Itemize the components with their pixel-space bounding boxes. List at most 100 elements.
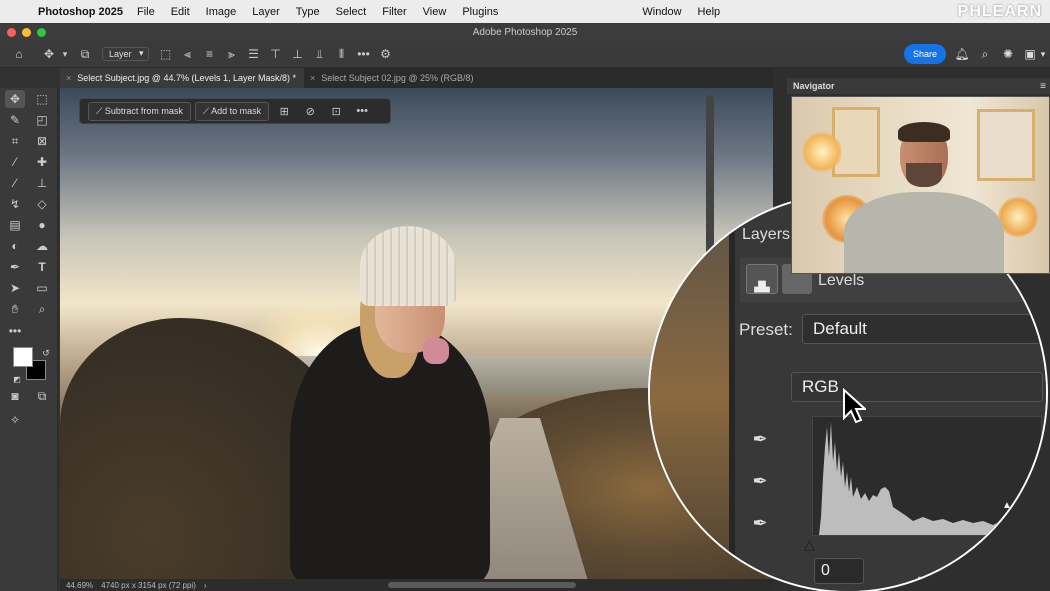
- gray-point-eyedropper-icon[interactable]: ✒: [747, 468, 773, 494]
- lightbulb-icon[interactable]: ✺: [998, 44, 1018, 64]
- mask-options-icon[interactable]: ⊞: [273, 102, 295, 120]
- menu-image[interactable]: Image: [198, 6, 245, 18]
- menu-help[interactable]: Help: [690, 6, 729, 18]
- rectangle-tool-icon[interactable]: ▭: [32, 279, 52, 297]
- menu-edit[interactable]: Edit: [163, 6, 198, 18]
- layer-select-dropdown[interactable]: Layer: [102, 47, 149, 61]
- menu-view[interactable]: View: [415, 6, 455, 18]
- generative-icon[interactable]: ✧: [5, 411, 25, 429]
- black-input-slider[interactable]: △: [804, 536, 815, 553]
- align-middle-icon[interactable]: ⊥: [287, 44, 309, 64]
- align-left-icon[interactable]: ⫷: [177, 44, 199, 64]
- transform-controls-icon[interactable]: ⬚: [155, 44, 177, 64]
- align-bottom-icon[interactable]: ⫫: [309, 44, 331, 64]
- menu-layer[interactable]: Layer: [244, 6, 288, 18]
- frame-tool-icon[interactable]: ⊠: [32, 132, 52, 150]
- invert-mask-icon[interactable]: ⊘: [299, 102, 321, 120]
- more-tools-icon[interactable]: •••: [5, 322, 25, 340]
- subtract-from-mask-button[interactable]: ⟋ Subtract from mask: [88, 101, 191, 121]
- align-top-icon[interactable]: ⊤: [265, 44, 287, 64]
- collapse-icon[interactable]: ▲: [1018, 284, 1028, 295]
- stamp-tool-icon[interactable]: ⊥: [32, 174, 52, 192]
- zoom-level[interactable]: 44.69%: [66, 581, 93, 590]
- clip-to-layer-icon[interactable]: ◧: [917, 574, 927, 587]
- screen-mode-icon[interactable]: ⧉: [32, 387, 52, 405]
- zoom-window-button[interactable]: [37, 28, 46, 37]
- align-center-icon[interactable]: ≡: [199, 44, 221, 64]
- black-point-eyedropper-icon[interactable]: ✒: [747, 426, 773, 452]
- menu-file[interactable]: File: [129, 6, 163, 18]
- workspace-chevron-icon[interactable]: ▾: [1038, 44, 1048, 64]
- preset-dropdown[interactable]: Default: [802, 314, 1042, 344]
- hand-tool-icon[interactable]: ✋︎: [5, 300, 25, 318]
- object-selection-tool-icon[interactable]: ◰: [32, 111, 52, 129]
- add-to-mask-button[interactable]: ⟋ Add to mask: [194, 101, 270, 121]
- pen-tool-icon[interactable]: ✒: [5, 258, 25, 276]
- workspace-icon[interactable]: ▣: [1020, 44, 1040, 64]
- smudge-tool-icon[interactable]: ☁: [32, 237, 52, 255]
- menu-app-name[interactable]: Photoshop 2025: [38, 6, 123, 18]
- swap-colors-icon[interactable]: ↺: [36, 344, 56, 362]
- quick-mask-icon[interactable]: ◙: [5, 387, 25, 405]
- crop-tool-icon[interactable]: ⌗: [5, 132, 25, 150]
- eraser-tool-icon[interactable]: ◇: [32, 195, 52, 213]
- share-button[interactable]: Share: [904, 44, 946, 64]
- panel-menu-icon[interactable]: ≡: [1040, 81, 1046, 92]
- tools-panel: ✥ ⬚ ✎ ◰ ⌗ ⊠ ⁄ ✚ ∕ ⊥ ↯ ◇ ▤ ● ◐ ☁ ✒ T ➤ ▭ …: [0, 88, 58, 591]
- white-point-eyedropper-icon[interactable]: ✒: [747, 510, 773, 536]
- chevron-down-icon[interactable]: ▾: [60, 44, 70, 64]
- marquee-tool-icon[interactable]: ⬚: [32, 90, 52, 108]
- menu-window[interactable]: Window: [634, 6, 689, 18]
- distribute-vertical-icon[interactable]: ⫴: [331, 44, 353, 64]
- distribute-icon[interactable]: ☰: [243, 44, 265, 64]
- gradient-tool-icon[interactable]: ▤: [5, 216, 25, 234]
- histogram-shape: [819, 422, 1013, 535]
- align-right-icon[interactable]: ⫸: [221, 44, 243, 64]
- minimize-window-button[interactable]: [22, 28, 31, 37]
- canvas-horizontal-scrollbar[interactable]: [388, 582, 576, 588]
- white-input-slider[interactable]: ▲: [1002, 500, 1012, 511]
- eyedropper-tool-icon[interactable]: ⁄: [5, 153, 25, 171]
- input-black-field[interactable]: 0: [814, 558, 864, 584]
- more-options-icon[interactable]: •••: [351, 102, 373, 120]
- close-tab-icon[interactable]: ×: [66, 73, 71, 83]
- reset-icon[interactable]: ↺: [953, 574, 962, 587]
- tab-select-subject-02[interactable]: × Select Subject 02.jpg @ 25% (RGB/8): [304, 68, 481, 88]
- menu-plugins[interactable]: Plugins: [454, 6, 506, 18]
- thumb-presenter-beard: [906, 163, 942, 187]
- auto-select-icon[interactable]: ⧉: [74, 44, 96, 64]
- dodge-tool-icon[interactable]: ◐: [5, 237, 25, 255]
- close-window-button[interactable]: [7, 28, 16, 37]
- blur-tool-icon[interactable]: ●: [32, 216, 52, 234]
- levels-adjustment-icon[interactable]: ▟▙: [746, 264, 778, 294]
- move-tool-icon[interactable]: ✥: [38, 44, 60, 64]
- visibility-eye-icon[interactable]: ◉: [970, 574, 980, 587]
- bell-icon[interactable]: 🔔︎: [952, 44, 972, 64]
- type-tool-icon[interactable]: T: [32, 258, 52, 276]
- menu-type[interactable]: Type: [288, 6, 328, 18]
- healing-tool-icon[interactable]: ✚: [32, 153, 52, 171]
- navigator-thumbnail[interactable]: [791, 96, 1050, 274]
- close-tab-icon[interactable]: ×: [310, 73, 315, 83]
- menu-filter[interactable]: Filter: [374, 6, 414, 18]
- home-icon[interactable]: ⌂: [8, 44, 30, 64]
- search-icon[interactable]: ⌕: [975, 44, 995, 64]
- menu-select[interactable]: Select: [328, 6, 375, 18]
- default-colors-icon[interactable]: ◩: [7, 370, 27, 388]
- photoshop-window: Photoshop 2025 File Edit Image Layer Typ…: [0, 0, 1050, 591]
- lasso-tool-icon[interactable]: ✎: [5, 111, 25, 129]
- tab-select-subject[interactable]: × Select Subject.jpg @ 44.7% (Levels 1, …: [60, 68, 305, 88]
- channel-dropdown[interactable]: RGB: [791, 372, 1043, 402]
- path-selection-tool-icon[interactable]: ➤: [5, 279, 25, 297]
- refine-mask-icon[interactable]: ⊡: [325, 102, 347, 120]
- brush-tool-icon[interactable]: ∕: [5, 174, 25, 192]
- gear-icon[interactable]: ⚙: [375, 44, 397, 64]
- more-options-icon[interactable]: •••: [353, 44, 375, 64]
- status-arrow-icon[interactable]: ›: [204, 581, 207, 590]
- view-previous-icon[interactable]: ◎: [935, 574, 945, 587]
- move-tool-icon[interactable]: ✥: [5, 90, 25, 108]
- trash-icon[interactable]: 🗑︎: [988, 574, 1002, 587]
- history-brush-icon[interactable]: ↯: [5, 195, 25, 213]
- zoom-tool-icon[interactable]: ⌕: [32, 300, 52, 318]
- foreground-color-swatch[interactable]: [13, 347, 33, 367]
